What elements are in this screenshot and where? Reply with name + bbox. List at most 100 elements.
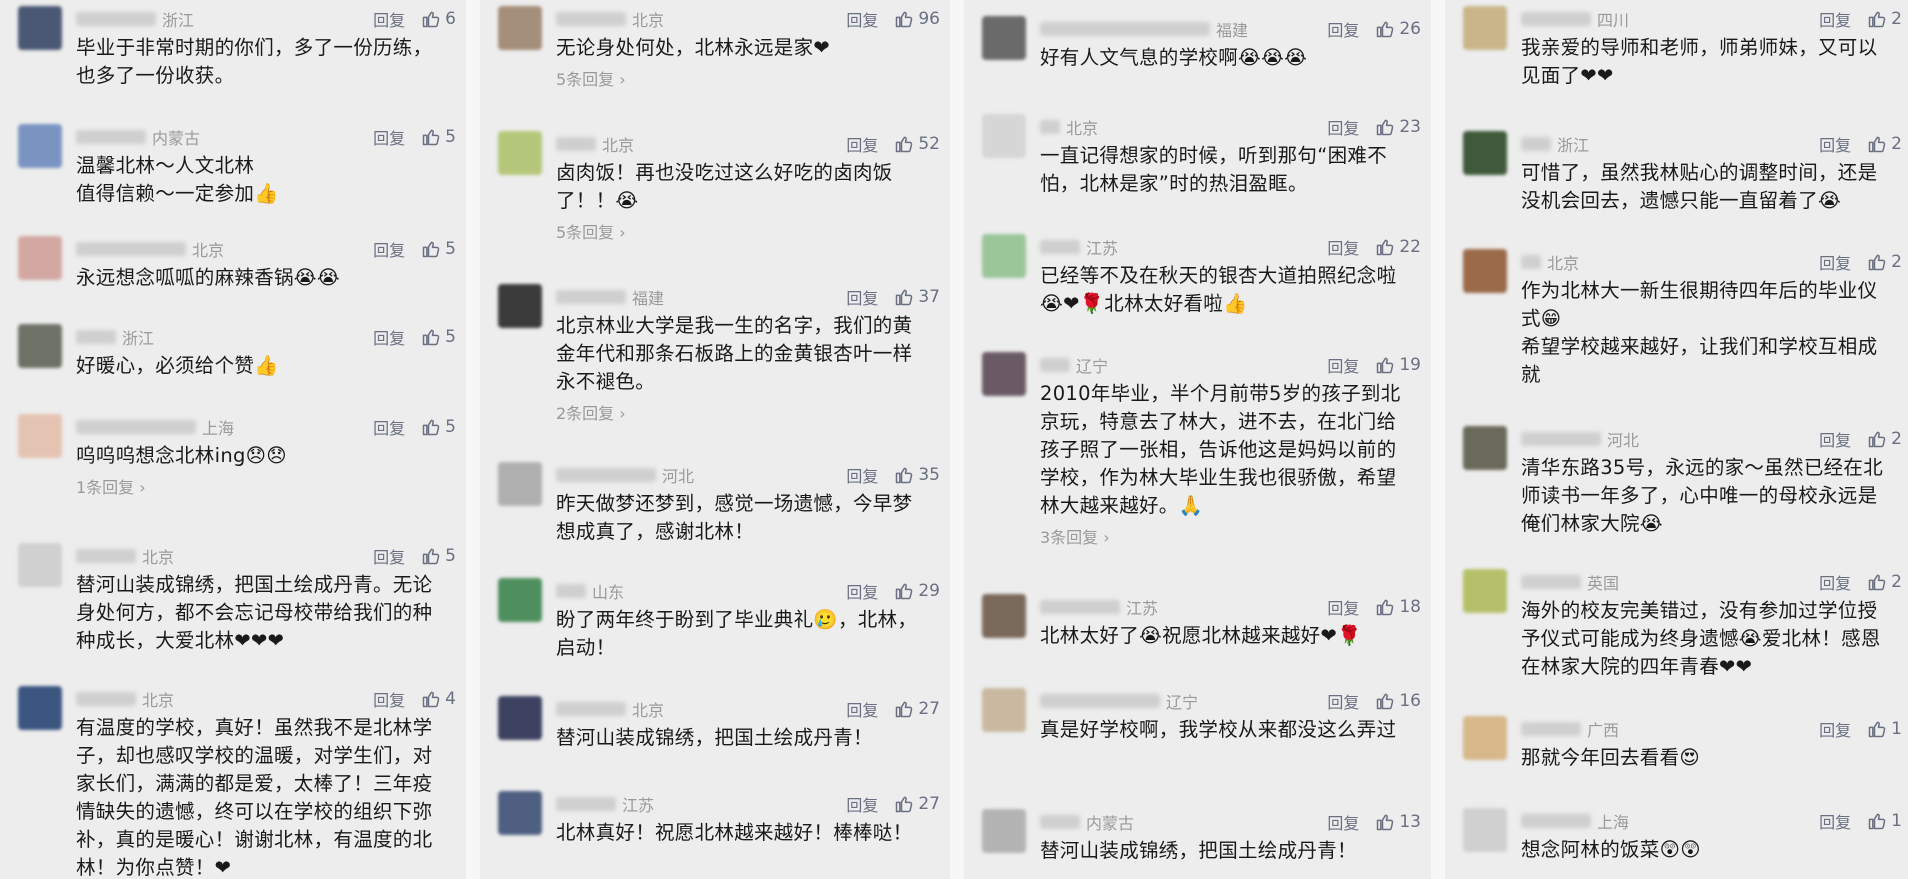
like-button[interactable]: 2: [1867, 134, 1902, 154]
reply-button[interactable]: 回复: [846, 132, 878, 156]
avatar[interactable]: [1463, 808, 1507, 852]
reply-button[interactable]: 回复: [1819, 250, 1851, 274]
like-button[interactable]: 5: [421, 546, 456, 566]
like-button[interactable]: 6: [421, 9, 456, 29]
reply-button[interactable]: 回复: [1327, 595, 1359, 619]
reply-button[interactable]: 回复: [1327, 689, 1359, 713]
reply-button[interactable]: 回复: [846, 7, 878, 31]
reply-button[interactable]: 回复: [373, 325, 405, 349]
avatar[interactable]: [18, 543, 62, 587]
avatar[interactable]: [498, 462, 542, 506]
avatar[interactable]: [982, 594, 1026, 638]
username-blurred[interactable]: [76, 420, 196, 434]
username-blurred[interactable]: [76, 692, 136, 706]
reply-button[interactable]: 回复: [1819, 7, 1851, 31]
username-blurred[interactable]: [1040, 22, 1210, 36]
avatar[interactable]: [1463, 569, 1507, 613]
username-blurred[interactable]: [76, 549, 136, 563]
avatar[interactable]: [982, 688, 1026, 732]
like-button[interactable]: 2: [1867, 429, 1902, 449]
like-button[interactable]: 5: [421, 239, 456, 259]
username-blurred[interactable]: [76, 330, 116, 344]
avatar[interactable]: [18, 6, 62, 50]
avatar[interactable]: [982, 16, 1026, 60]
like-button[interactable]: 26: [1375, 19, 1421, 39]
username-blurred[interactable]: [1040, 694, 1160, 708]
reply-button[interactable]: 回复: [846, 579, 878, 603]
like-button[interactable]: 27: [894, 794, 940, 814]
like-button[interactable]: 13: [1375, 812, 1421, 832]
reply-button[interactable]: 回复: [373, 7, 405, 31]
like-button[interactable]: 5: [421, 417, 456, 437]
avatar[interactable]: [1463, 426, 1507, 470]
avatar[interactable]: [1463, 716, 1507, 760]
like-button[interactable]: 52: [894, 134, 940, 154]
like-button[interactable]: 5: [421, 127, 456, 147]
reply-button[interactable]: 回复: [1327, 810, 1359, 834]
username-blurred[interactable]: [1040, 600, 1120, 614]
reply-button[interactable]: 回复: [373, 125, 405, 149]
reply-button[interactable]: 回复: [846, 697, 878, 721]
like-button[interactable]: 19: [1375, 355, 1421, 375]
view-replies-link[interactable]: 3条回复 ›: [1040, 524, 1110, 548]
avatar[interactable]: [18, 236, 62, 280]
avatar[interactable]: [1463, 249, 1507, 293]
reply-button[interactable]: 回复: [846, 463, 878, 487]
username-blurred[interactable]: [1521, 12, 1591, 26]
avatar[interactable]: [498, 578, 542, 622]
reply-button[interactable]: 回复: [1327, 115, 1359, 139]
avatar[interactable]: [982, 234, 1026, 278]
avatar[interactable]: [982, 114, 1026, 158]
username-blurred[interactable]: [556, 468, 656, 482]
avatar[interactable]: [1463, 131, 1507, 175]
like-button[interactable]: 16: [1375, 691, 1421, 711]
reply-button[interactable]: 回复: [1819, 132, 1851, 156]
avatar[interactable]: [498, 6, 542, 50]
like-button[interactable]: 37: [894, 287, 940, 307]
username-blurred[interactable]: [1040, 815, 1080, 829]
avatar[interactable]: [18, 414, 62, 458]
avatar[interactable]: [498, 696, 542, 740]
like-button[interactable]: 22: [1375, 237, 1421, 257]
reply-button[interactable]: 回复: [373, 415, 405, 439]
like-button[interactable]: 23: [1375, 117, 1421, 137]
username-blurred[interactable]: [76, 242, 186, 256]
like-button[interactable]: 29: [894, 581, 940, 601]
reply-button[interactable]: 回复: [373, 687, 405, 711]
reply-button[interactable]: 回复: [846, 285, 878, 309]
username-blurred[interactable]: [1521, 432, 1601, 446]
username-blurred[interactable]: [1521, 137, 1551, 151]
like-button[interactable]: 5: [421, 327, 456, 347]
reply-button[interactable]: 回复: [1819, 717, 1851, 741]
reply-button[interactable]: 回复: [1327, 235, 1359, 259]
username-blurred[interactable]: [556, 584, 586, 598]
reply-button[interactable]: 回复: [373, 237, 405, 261]
reply-button[interactable]: 回复: [1327, 353, 1359, 377]
like-button[interactable]: 2: [1867, 9, 1902, 29]
username-blurred[interactable]: [76, 12, 156, 26]
username-blurred[interactable]: [1040, 120, 1060, 134]
username-blurred[interactable]: [556, 137, 596, 151]
reply-button[interactable]: 回复: [1819, 809, 1851, 833]
avatar[interactable]: [1463, 6, 1507, 50]
like-button[interactable]: 4: [421, 689, 456, 709]
avatar[interactable]: [982, 809, 1026, 853]
username-blurred[interactable]: [556, 290, 626, 304]
avatar[interactable]: [18, 324, 62, 368]
username-blurred[interactable]: [556, 702, 626, 716]
username-blurred[interactable]: [1521, 722, 1581, 736]
username-blurred[interactable]: [1040, 240, 1080, 254]
avatar[interactable]: [498, 791, 542, 835]
like-button[interactable]: 2: [1867, 252, 1902, 272]
username-blurred[interactable]: [1040, 358, 1070, 372]
like-button[interactable]: 1: [1867, 811, 1902, 831]
like-button[interactable]: 96: [894, 9, 940, 29]
username-blurred[interactable]: [1521, 575, 1581, 589]
username-blurred[interactable]: [1521, 255, 1541, 269]
like-button[interactable]: 27: [894, 699, 940, 719]
reply-button[interactable]: 回复: [1819, 427, 1851, 451]
avatar[interactable]: [18, 686, 62, 730]
view-replies-link[interactable]: 5条回复 ›: [556, 66, 626, 90]
reply-button[interactable]: 回复: [373, 544, 405, 568]
avatar[interactable]: [498, 284, 542, 328]
